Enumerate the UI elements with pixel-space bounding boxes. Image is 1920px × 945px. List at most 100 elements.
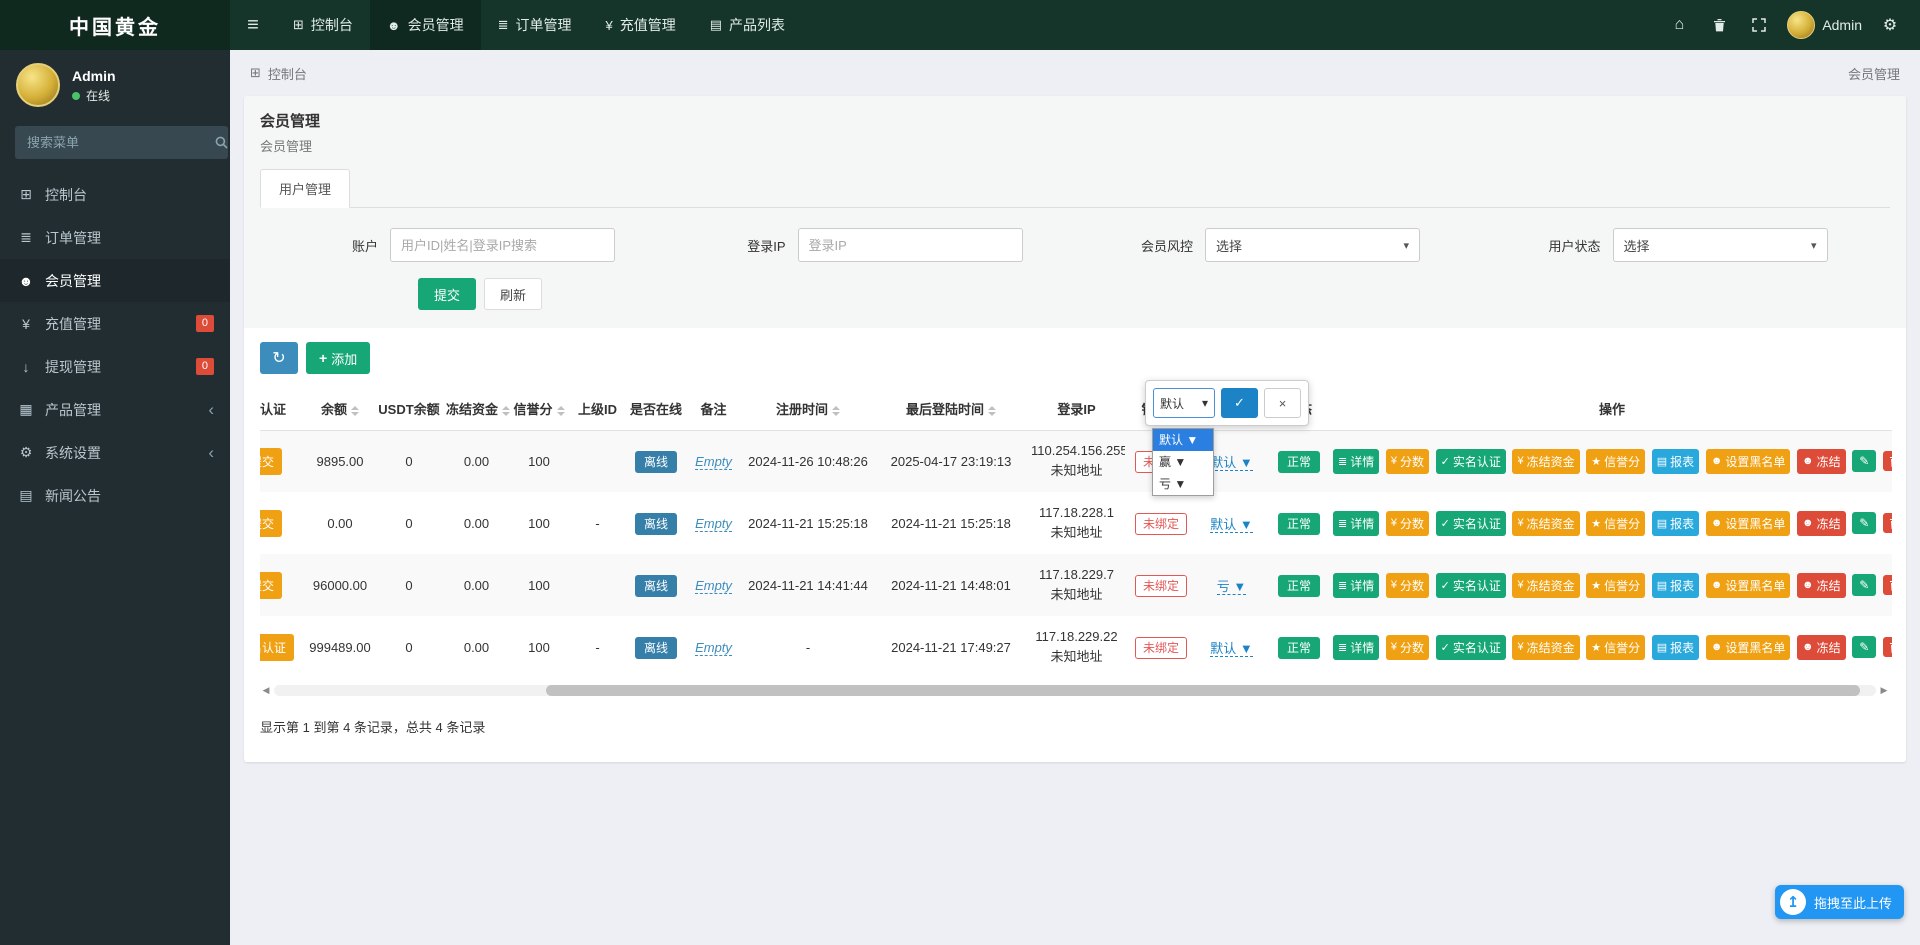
blacklist-button[interactable]: ☻设置黑名单 — [1706, 635, 1791, 660]
hamburger-icon[interactable]: ≡ — [230, 0, 276, 50]
nav-item-recharge[interactable]: ¥充值管理 — [589, 0, 693, 50]
win-lose-control-link[interactable]: 默认 ▼ — [1210, 455, 1252, 471]
detail-button[interactable]: ≣详情 — [1333, 511, 1379, 536]
user-status-select[interactable]: 选择 ▾ — [1613, 228, 1828, 262]
home-icon[interactable]: ⌂ — [1659, 0, 1699, 50]
col-last-login[interactable]: 最后登陆时间 — [874, 388, 1028, 430]
refresh-button[interactable]: 刷新 — [484, 278, 542, 310]
realname-auth-button[interactable]: ✓实名认证 — [1436, 449, 1506, 474]
account-search-input[interactable] — [390, 228, 615, 262]
sidebar-item-dashboard[interactable]: ⊞控制台 — [0, 173, 230, 216]
nav-item-product-list[interactable]: ▤产品列表 — [693, 0, 802, 50]
note-editable[interactable]: Empty — [695, 640, 732, 656]
score-button[interactable]: ¥分数 — [1386, 511, 1429, 536]
note-editable[interactable]: Empty — [695, 578, 732, 594]
nav-username[interactable]: Admin — [1822, 17, 1862, 33]
sidebar-item-settings[interactable]: ⚙系统设置‹ — [0, 431, 230, 474]
gear-icon[interactable]: ⚙ — [1870, 0, 1910, 50]
realname-auth-button[interactable]: ✓实名认证 — [1436, 635, 1506, 660]
submit-button[interactable]: 提交 — [418, 278, 476, 310]
blacklist-button[interactable]: ☻设置黑名单 — [1706, 511, 1791, 536]
detail-button[interactable]: ≣详情 — [1333, 635, 1379, 660]
report-button[interactable]: ▤报表 — [1652, 449, 1699, 474]
scrollbar-thumb[interactable] — [546, 685, 1860, 696]
add-button[interactable]: + 添加 — [306, 342, 370, 374]
edit-button[interactable]: ✎ — [1852, 574, 1876, 596]
auth-status-badge[interactable]: 未提交 — [260, 510, 282, 537]
col-registered[interactable]: 注册时间 — [742, 388, 874, 430]
tab-user-management[interactable]: 用户管理 — [260, 169, 350, 208]
blacklist-button[interactable]: ☻设置黑名单 — [1706, 449, 1791, 474]
credit-score-button[interactable]: ★信誉分 — [1586, 449, 1645, 474]
col-credit[interactable]: 信誉分 — [510, 388, 568, 430]
win-lose-control-link[interactable]: 默认 ▼ — [1210, 517, 1252, 533]
fullscreen-icon[interactable] — [1739, 0, 1779, 50]
freeze-button[interactable]: ☻冻结 — [1797, 511, 1846, 536]
nav-item-members[interactable]: ☻会员管理 — [370, 0, 481, 50]
sidebar-item-recharge[interactable]: ¥充值管理0 — [0, 302, 230, 345]
menu-search-input[interactable] — [15, 126, 215, 159]
win-lose-control-link[interactable]: 亏 ▼ — [1217, 579, 1246, 595]
sidebar-item-news[interactable]: ▤新闻公告 — [0, 474, 230, 517]
note-editable[interactable]: Empty — [695, 454, 732, 470]
control-select[interactable]: 默认 ▾ — [1153, 388, 1215, 418]
report-button[interactable]: ▤报表 — [1652, 635, 1699, 660]
option-win[interactable]: 赢 ▼ — [1153, 451, 1213, 473]
detail-button[interactable]: ≣详情 — [1333, 449, 1379, 474]
nav-item-orders[interactable]: ≣订单管理 — [481, 0, 589, 50]
scroll-left-icon[interactable]: ◀ — [260, 685, 272, 696]
avatar[interactable] — [1787, 11, 1815, 39]
login-ip-input[interactable] — [798, 228, 1023, 262]
freeze-button[interactable]: ☻冻结 — [1797, 635, 1846, 660]
nav-item-dashboard[interactable]: ⊞控制台 — [276, 0, 370, 50]
credit-score-button[interactable]: ★信誉分 — [1586, 635, 1645, 660]
realname-auth-button[interactable]: ✓实名认证 — [1436, 511, 1506, 536]
freeze-funds-button[interactable]: ¥冻结资金 — [1512, 573, 1579, 598]
delete-button[interactable] — [1883, 575, 1892, 595]
credit-score-button[interactable]: ★信誉分 — [1586, 573, 1645, 598]
auth-status-badge[interactable]: 未提交 — [260, 448, 282, 475]
edit-button[interactable]: ✎ — [1852, 636, 1876, 658]
freeze-button[interactable]: ☻冻结 — [1797, 449, 1846, 474]
freeze-funds-button[interactable]: ¥冻结资金 — [1512, 449, 1579, 474]
auth-status-badge[interactable]: 未提交 — [260, 572, 282, 599]
detail-button[interactable]: ≣详情 — [1333, 573, 1379, 598]
drag-upload-button[interactable]: ↥ 拖拽至此上传 — [1775, 885, 1904, 919]
delete-button[interactable] — [1883, 637, 1892, 657]
score-button[interactable]: ¥分数 — [1386, 635, 1429, 660]
win-lose-control-link[interactable]: 默认 ▼ — [1210, 641, 1252, 657]
freeze-funds-button[interactable]: ¥冻结资金 — [1512, 511, 1579, 536]
auth-status-badge[interactable]: 实名认证 — [260, 634, 294, 661]
option-default[interactable]: 默认 ▼ — [1153, 429, 1213, 451]
freeze-button[interactable]: ☻冻结 — [1797, 573, 1846, 598]
score-button[interactable]: ¥分数 — [1386, 573, 1429, 598]
refresh-icon[interactable]: ↻ — [260, 342, 298, 374]
report-button[interactable]: ▤报表 — [1652, 511, 1699, 536]
edit-button[interactable]: ✎ — [1852, 450, 1876, 472]
delete-button[interactable] — [1883, 513, 1892, 533]
note-editable[interactable]: Empty — [695, 516, 732, 532]
sidebar-item-members[interactable]: ☻会员管理 — [0, 259, 230, 302]
freeze-funds-button[interactable]: ¥冻结资金 — [1512, 635, 1579, 660]
sidebar-item-orders[interactable]: ≣订单管理 — [0, 216, 230, 259]
edit-button[interactable]: ✎ — [1852, 512, 1876, 534]
delete-button[interactable] — [1883, 451, 1892, 471]
cancel-button[interactable]: × — [1264, 388, 1301, 418]
realname-auth-button[interactable]: ✓实名认证 — [1436, 573, 1506, 598]
option-lose[interactable]: 亏 ▼ — [1153, 473, 1213, 495]
breadcrumb-left[interactable]: 控制台 — [268, 64, 307, 83]
score-button[interactable]: ¥分数 — [1386, 449, 1429, 474]
blacklist-button[interactable]: ☻设置黑名单 — [1706, 573, 1791, 598]
trash-icon[interactable] — [1699, 0, 1739, 50]
search-icon[interactable] — [215, 126, 228, 159]
confirm-button[interactable]: ✓ — [1221, 388, 1258, 418]
col-balance[interactable]: 余额 — [305, 388, 375, 430]
col-frozen[interactable]: 冻结资金 — [443, 388, 510, 430]
credit-score-button[interactable]: ★信誉分 — [1586, 511, 1645, 536]
risk-select[interactable]: 选择 ▾ — [1205, 228, 1420, 262]
sidebar-item-withdraw[interactable]: ↓提现管理0 — [0, 345, 230, 388]
scrollbar-track[interactable] — [274, 685, 1876, 696]
scroll-right-icon[interactable]: ▶ — [1878, 685, 1890, 696]
sidebar-item-products[interactable]: ▦产品管理‹ — [0, 388, 230, 431]
report-button[interactable]: ▤报表 — [1652, 573, 1699, 598]
